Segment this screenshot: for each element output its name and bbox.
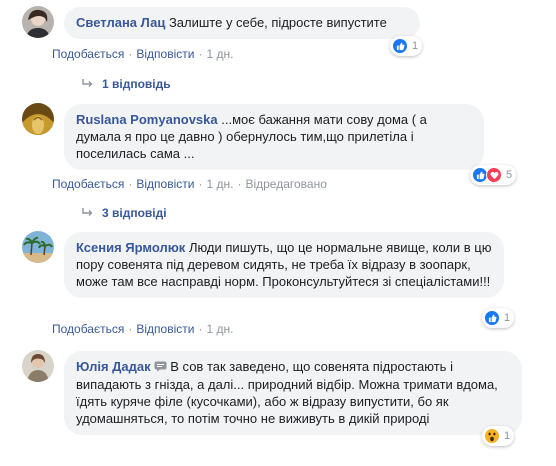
reply-arrow-icon <box>82 77 94 91</box>
comment: Юлія Дадак В сов так заведено, що совеня… <box>22 350 552 462</box>
avatar[interactable] <box>22 6 54 38</box>
like-link[interactable]: Подобається <box>52 322 124 336</box>
view-replies-link[interactable]: 3 відповіді <box>82 206 167 220</box>
reactions-summary[interactable]: 1 <box>482 308 515 328</box>
reactions-summary[interactable]: 5 <box>470 165 517 185</box>
reply-link[interactable]: Відповісти <box>136 322 194 336</box>
timestamp[interactable]: 1 дн. <box>206 177 233 191</box>
comment-bubble: Ruslana Pomyanovska ...моє бажання мати … <box>64 104 484 170</box>
timestamp[interactable]: 1 дн. <box>206 322 233 336</box>
reactions-summary[interactable]: 1 <box>390 36 423 56</box>
reply-link[interactable]: Відповісти <box>136 47 194 61</box>
timestamp[interactable]: 1 дн. <box>206 47 233 61</box>
avatar[interactable] <box>22 231 54 263</box>
replies-label: 3 відповіді <box>102 206 167 220</box>
replies-label: 1 відповідь <box>102 77 171 91</box>
reactions-summary[interactable]: 1 <box>482 426 515 446</box>
user-photo <box>22 231 54 263</box>
comment-author[interactable]: Светлана Лац <box>76 15 165 30</box>
avatar[interactable] <box>22 350 54 382</box>
view-replies-link[interactable]: 1 відповідь <box>82 77 171 91</box>
comment-author[interactable]: Ксения Ярмолюк <box>76 240 185 255</box>
like-icon <box>392 38 408 54</box>
comment-bubble: Ксения Ярмолюк Люди пишуть, що це нормал… <box>64 232 504 298</box>
user-photo <box>22 350 54 382</box>
wow-icon <box>484 428 500 444</box>
user-photo <box>22 6 54 38</box>
comment-actions: Подобається · Відповісти · 1 дн. · Відредагова… <box>52 177 327 191</box>
reply-link[interactable]: Відповісти <box>136 177 194 191</box>
comment-actions: Подобається · Відповісти · 1 дн. <box>52 47 234 61</box>
reply-arrow-icon <box>82 206 94 220</box>
comment-bubble: Юлія Дадак В сов так заведено, що совеня… <box>64 351 522 435</box>
reaction-count: 1 <box>504 312 511 324</box>
like-link[interactable]: Подобається <box>52 47 124 61</box>
comment-author[interactable]: Юлія Дадак <box>76 359 151 374</box>
comment-text: Залиште у себе, підросте випустите <box>168 15 387 30</box>
reaction-count: 1 <box>504 430 511 442</box>
edited-label[interactable]: Відредаговано <box>245 177 326 191</box>
comment-actions: Подобається · Відповісти · 1 дн. <box>52 322 234 336</box>
avatar[interactable] <box>22 103 54 135</box>
message-icon <box>154 359 167 376</box>
user-photo <box>22 103 54 135</box>
comment-author[interactable]: Ruslana Pomyanovska <box>76 112 218 127</box>
like-icon <box>484 310 500 326</box>
like-link[interactable]: Подобається <box>52 177 124 191</box>
reaction-count: 1 <box>412 40 419 52</box>
reaction-count: 5 <box>506 169 513 181</box>
love-icon <box>486 167 502 183</box>
comment-bubble: Светлана Лац Залиште у себе, підросте ви… <box>64 7 420 39</box>
